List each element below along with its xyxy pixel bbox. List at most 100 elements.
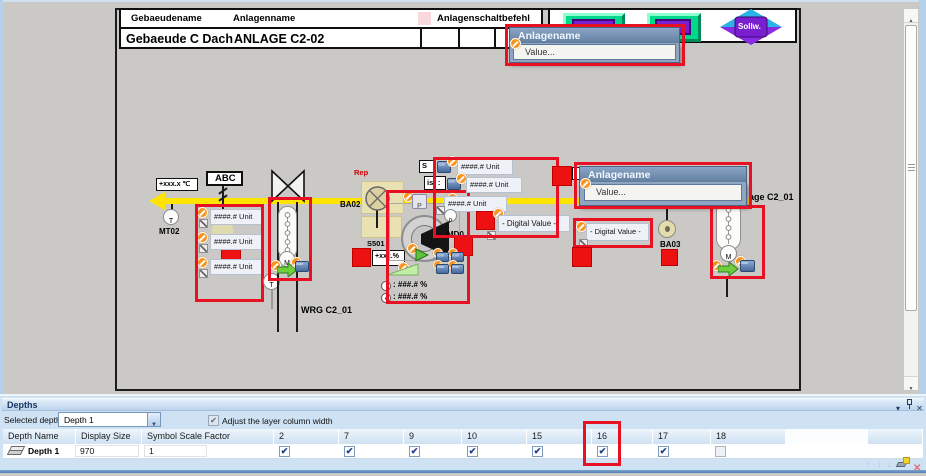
building-value: Gebaeude C Dach: [126, 32, 233, 46]
building-label: Gebaeudename: [131, 13, 202, 24]
plus-badge-icon: [903, 457, 910, 464]
check-icon: ✔: [534, 446, 542, 456]
move-down-button[interactable]: ↓: [877, 459, 882, 469]
ba02-label: BA02: [340, 200, 360, 209]
switch-label: Anlagenschaltbefehl: [437, 13, 530, 24]
t-sensor-letter: T: [169, 218, 173, 225]
chevron-down-icon: ▾: [896, 404, 900, 413]
add-layer-button[interactable]: [897, 457, 910, 470]
depths-panel-title: Depths: [7, 400, 38, 410]
vertical-scrollbar[interactable]: ▲ ▼: [903, 8, 919, 391]
display-size-field[interactable]: 970: [75, 445, 139, 457]
auto-hide-pin-button[interactable]: [906, 399, 914, 410]
chevron-down-icon: ▼: [151, 422, 157, 428]
layer-17-checkbox[interactable]: ✔: [658, 446, 669, 457]
column-header-layer-9: 9: [404, 429, 462, 444]
annotation-box: [505, 24, 685, 66]
wrg-label: WRG C2_01: [301, 305, 352, 315]
depth-row-name: Depth 1: [28, 446, 59, 456]
check-icon: ✔: [346, 446, 354, 456]
column-header-layer-7: 7: [339, 429, 404, 444]
adjust-layer-width-label: Adjust the layer column width: [222, 416, 333, 426]
ba03-label: BA03: [660, 240, 680, 249]
move-bottom-button[interactable]: ↓: [887, 459, 892, 469]
window-border-top: [0, 0, 926, 2]
selected-depth-value: Depth 1: [64, 415, 94, 425]
switch-status-square: [418, 12, 431, 25]
layer-18-checkbox[interactable]: [715, 446, 726, 457]
check-icon: ✔: [281, 446, 289, 456]
header-row-values: Gebaeude C Dach ANLAGE C2-02: [119, 27, 543, 49]
close-panel-button[interactable]: ✕: [915, 398, 924, 409]
layers-icon: [9, 446, 25, 451]
selected-depth-combobox[interactable]: Depth 1 ▼: [58, 412, 161, 427]
temp-value: +xxx.x ℃: [159, 180, 190, 188]
annotation-box: [710, 205, 765, 279]
rep-label: Rep: [354, 168, 368, 177]
check-icon: ✔: [660, 446, 668, 456]
s501-label: S501: [367, 239, 385, 248]
arrow-down-icon: ↓: [887, 459, 892, 469]
scroll-down-button[interactable]: ▼: [904, 376, 918, 390]
plant-ref-right-label: age C2_01: [749, 192, 794, 202]
depths-panel: Depths ▾ ✕ Selected depth: Depth 1 ▼ ✔ A…: [0, 396, 926, 470]
column-header-layer-10: 10: [462, 429, 527, 444]
flow-arrow-head: [149, 192, 165, 210]
alarm-square: [572, 247, 592, 267]
t-sensor-letter: T: [269, 282, 273, 289]
thumb-grip: [908, 170, 915, 171]
plant-label: Anlagenname: [233, 13, 295, 24]
header-empty-cell: [420, 27, 460, 49]
abc-label: ABC: [215, 173, 236, 184]
scroll-up-button[interactable]: ▲: [904, 9, 918, 23]
ba03-sensor[interactable]: [658, 220, 676, 238]
symbol-scale-field[interactable]: 1: [144, 445, 207, 457]
check-icon: ✔: [469, 446, 477, 456]
check-icon: ✔: [411, 446, 419, 456]
plant-value: ANLAGE C2-02: [234, 32, 324, 46]
sensor-stem: [271, 290, 273, 309]
alarm-square: [352, 248, 371, 267]
annotation-box: [433, 157, 559, 238]
column-header-depth-name: Depth Name: [3, 429, 76, 444]
move-up-button[interactable]: ↑: [866, 459, 871, 469]
setpoint-diamond-button[interactable]: Sollw.: [720, 9, 782, 45]
soll-label: S: [422, 161, 427, 170]
arrow-up-icon: ↑: [866, 459, 871, 469]
sensor-dot: [665, 226, 670, 232]
annotation-box: [574, 162, 752, 209]
annotation-box: [268, 197, 312, 281]
mt02-temp-sensor[interactable]: T: [163, 209, 179, 225]
depth-table-row[interactable]: Depth 1 970 1 ✔ ✔ ✔ ✔ ✔ ✔ ✔: [3, 444, 923, 459]
annotation-box: [583, 421, 621, 466]
arrow-down-icon: ↓: [877, 459, 882, 469]
alarm-square: [661, 249, 678, 266]
column-header-empty: [786, 429, 868, 444]
alarm-square: [552, 166, 572, 186]
abc-label-box: ABC: [206, 171, 243, 186]
pipe-vertical: [726, 278, 728, 297]
combobox-dropdown-button[interactable]: ▼: [147, 413, 160, 426]
annotation-box: [195, 204, 264, 302]
temp-value-box[interactable]: +xxx.x ℃: [156, 178, 198, 191]
window-position-button[interactable]: ▾: [893, 398, 903, 409]
layer-2-checkbox[interactable]: ✔: [279, 446, 290, 457]
depths-panel-titlebar[interactable]: Depths: [2, 398, 924, 411]
column-header-empty: [868, 429, 923, 444]
thumb-grip: [908, 167, 915, 168]
scrollbar-thumb[interactable]: [905, 25, 917, 311]
mt02-label: MT02: [159, 227, 179, 236]
column-header-layer-18: 18: [711, 429, 786, 444]
layer-10-checkbox[interactable]: ✔: [467, 446, 478, 457]
layer-7-checkbox[interactable]: ✔: [344, 446, 355, 457]
close-icon: ✕: [916, 404, 923, 413]
layer-9-checkbox[interactable]: ✔: [409, 446, 420, 457]
column-header-layer-2: 2: [274, 429, 339, 444]
layer-15-checkbox[interactable]: ✔: [532, 446, 543, 457]
column-header-layer-17: 17: [653, 429, 711, 444]
header-empty-cell: [458, 27, 496, 49]
delete-layer-button[interactable]: ✕: [913, 458, 921, 476]
adjust-layer-width-checkbox[interactable]: ✔: [208, 415, 219, 426]
column-header-symbol-scale: Symbol Scale Factor: [142, 429, 274, 444]
selected-depth-label: Selected depth:: [4, 415, 63, 425]
